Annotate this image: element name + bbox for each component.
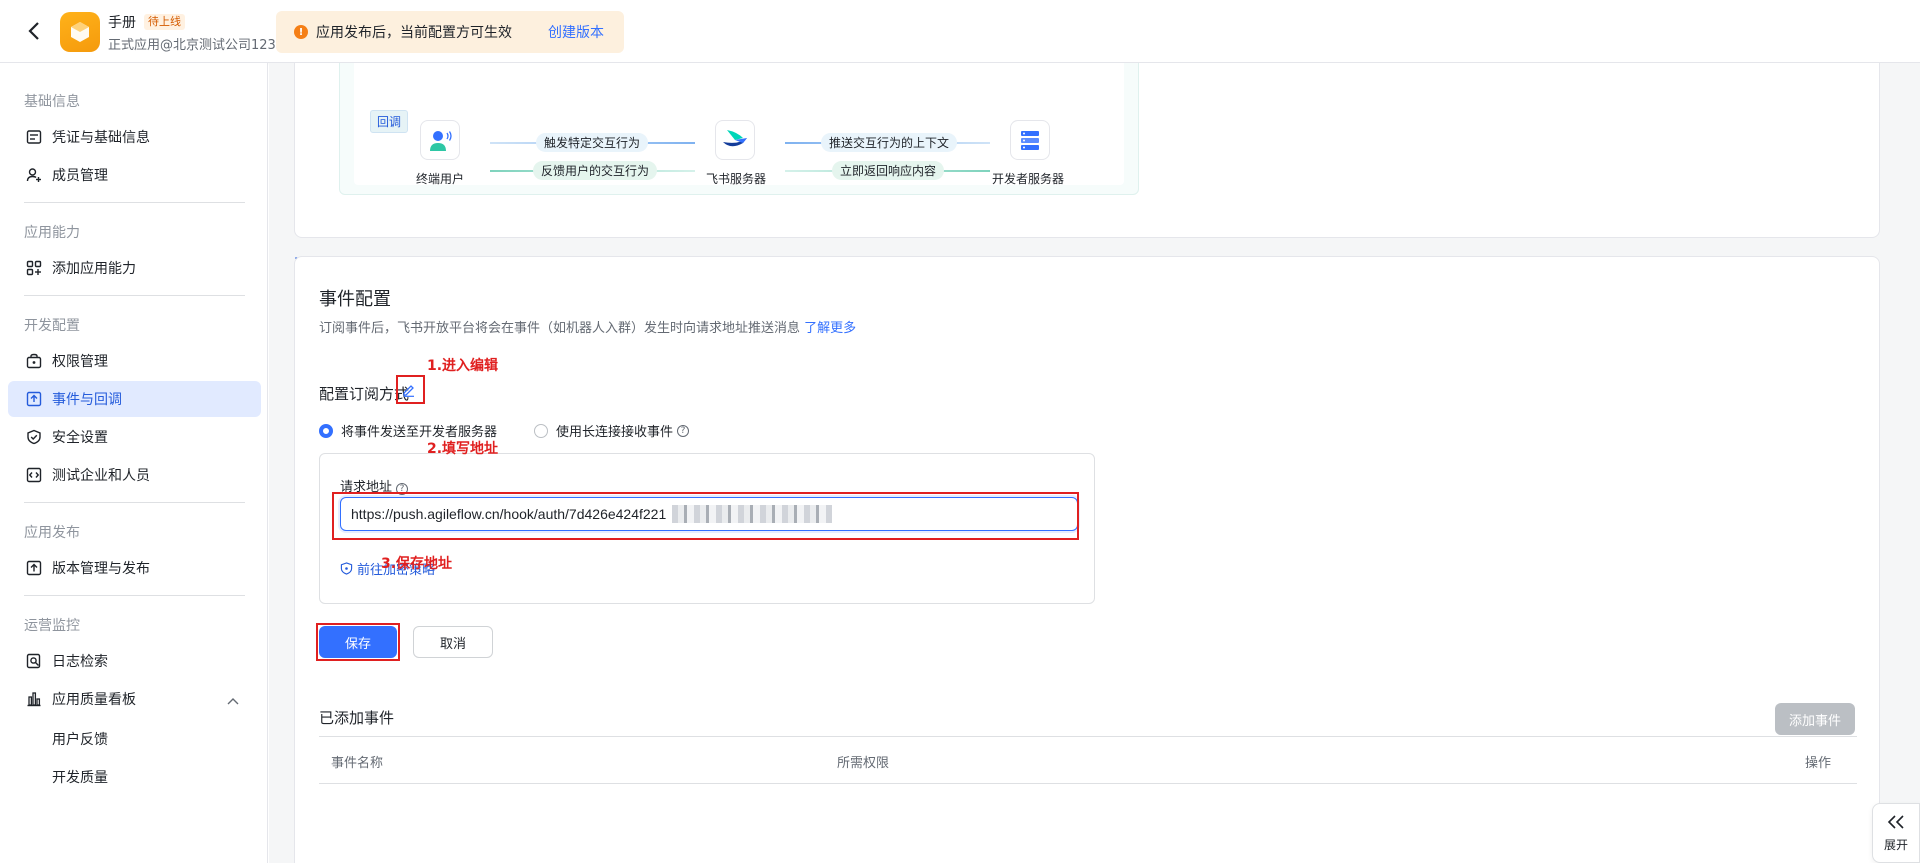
expand-panel-button[interactable]: 展开 <box>1872 803 1920 863</box>
bar-chart-icon <box>25 690 43 708</box>
sidebar-item-quality-board[interactable]: 应用质量看板 <box>8 681 261 717</box>
annotation-box-url <box>332 492 1079 540</box>
sidebar-group-label: 基础信息 <box>24 94 80 110</box>
annotation-step-1: 1.进入编辑 <box>427 358 499 374</box>
main-content: 回调 终端用户 飞书服务器 开发者服务器 触发特定交互行为 反馈用户的交互行为 … <box>269 63 1920 863</box>
learn-more-link[interactable]: 了解更多 <box>804 321 856 336</box>
sidebar-item-label: 应用质量看板 <box>52 692 136 708</box>
help-icon[interactable]: ? <box>677 424 690 437</box>
list-card-icon <box>25 128 43 146</box>
app-subtitle: 正式应用@北京测试公司123 <box>108 38 276 53</box>
sidebar-subitem-dev-quality[interactable]: 开发质量 <box>52 767 108 787</box>
feishu-logo-icon <box>715 120 755 160</box>
divider <box>24 202 245 203</box>
grid-add-icon <box>25 259 43 277</box>
column-header: 操作 <box>1805 756 1832 771</box>
shield-check-icon <box>25 428 43 446</box>
create-version-link[interactable]: 创建版本 <box>548 22 604 42</box>
app-name: 手册 <box>108 15 136 31</box>
publish-notice: ! 应用发布后，当前配置方可生效 创建版本 <box>276 11 624 53</box>
callback-diagram-card: 回调 终端用户 飞书服务器 开发者服务器 触发特定交互行为 反馈用户的交互行为 … <box>294 63 1880 238</box>
sidebar-group-label: 开发配置 <box>24 318 80 334</box>
chevron-up-icon[interactable] <box>227 693 239 709</box>
callback-diagram: 回调 终端用户 飞书服务器 开发者服务器 触发特定交互行为 反馈用户的交互行为 … <box>339 63 1139 195</box>
radio-unselected-icon <box>534 423 548 438</box>
sidebar-item-events-callbacks[interactable]: 事件与回调 <box>8 381 261 417</box>
callback-tag: 回调 <box>370 110 409 133</box>
divider <box>24 595 245 596</box>
sidebar-item-label: 安全设置 <box>52 430 108 446</box>
sidebar: 基础信息 凭证与基础信息 成员管理 应用能力 添加应用能力 开发配置 权限管理 … <box>0 63 268 863</box>
radio-selected-icon <box>319 423 333 438</box>
sidebar-item-label: 测试企业和人员 <box>52 468 150 484</box>
divider <box>24 502 245 503</box>
arrow-label: 触发特定交互行为 <box>536 133 649 152</box>
upload-box-icon <box>25 390 43 408</box>
back-arrow-icon[interactable] <box>22 18 46 44</box>
annotation-step-2: 2.填写地址 <box>427 441 499 457</box>
sidebar-group-label: 应用能力 <box>24 225 80 241</box>
sidebar-item-label: 版本管理与发布 <box>52 561 150 577</box>
sidebar-item-permissions[interactable]: 权限管理 <box>8 343 261 379</box>
sidebar-item-add-capability[interactable]: 添加应用能力 <box>8 250 261 286</box>
event-config-card: 事件配置 订阅事件后，飞书开放平台将会在事件（如机器人入群）发生时向请求地址推送… <box>294 256 1880 863</box>
events-table-header: 事件名称 所需权限 操作 <box>319 736 1857 784</box>
section-description: 订阅事件后，飞书开放平台将会在事件（如机器人入群）发生时向请求地址推送消息 了解… <box>319 317 856 336</box>
sidebar-item-version-release[interactable]: 版本管理与发布 <box>8 550 261 586</box>
sidebar-item-credentials[interactable]: 凭证与基础信息 <box>8 119 261 155</box>
app-icon <box>60 12 100 52</box>
radio-long-connection[interactable]: 使用长连接接收事件 ? <box>534 421 690 440</box>
warning-icon: ! <box>294 25 308 39</box>
radio-label: 使用长连接接收事件 <box>556 425 674 440</box>
sidebar-item-label: 添加应用能力 <box>52 261 136 277</box>
sidebar-item-security[interactable]: 安全设置 <box>8 419 261 455</box>
top-bar: 手册 待上线 正式应用@北京测试公司123 ! 应用发布后，当前配置方可生效 创… <box>0 0 1920 63</box>
upload-box-icon <box>25 559 43 577</box>
sidebar-subitem-feedback[interactable]: 用户反馈 <box>52 729 108 749</box>
annotation-box-edit <box>396 375 425 404</box>
cancel-button[interactable]: 取消 <box>413 626 493 658</box>
column-header: 所需权限 <box>837 756 890 771</box>
arrow-label: 立即返回响应内容 <box>832 161 945 180</box>
sidebar-item-label: 凭证与基础信息 <box>52 130 150 146</box>
annotation-step-3: 3.保存地址 <box>381 556 453 572</box>
add-event-button[interactable]: 添加事件 <box>1775 703 1855 735</box>
sidebar-item-members[interactable]: 成员管理 <box>8 157 261 193</box>
sidebar-item-test-enterprise[interactable]: 测试企业和人员 <box>8 457 261 493</box>
added-events-title: 已添加事件 <box>319 709 395 727</box>
lock-box-icon <box>25 352 43 370</box>
node-label: 终端用户 <box>416 172 465 186</box>
notice-text: 应用发布后，当前配置方可生效 <box>316 25 512 41</box>
arrow-label: 反馈用户的交互行为 <box>533 161 658 180</box>
description-text: 订阅事件后，飞书开放平台将会在事件（如机器人入群）发生时向请求地址推送消息 <box>319 321 801 336</box>
sidebar-group-label: 应用发布 <box>24 525 80 541</box>
expand-label: 展开 <box>1883 837 1908 852</box>
sidebar-item-label: 权限管理 <box>52 354 108 370</box>
double-chevron-left-icon <box>1886 814 1906 834</box>
sidebar-item-log-search[interactable]: 日志检索 <box>8 643 261 679</box>
server-icon <box>1010 120 1050 160</box>
sidebar-group-label: 运营监控 <box>24 618 80 634</box>
section-title: 事件配置 <box>319 289 391 310</box>
search-doc-icon <box>25 652 43 670</box>
sidebar-item-label: 日志检索 <box>52 654 108 670</box>
shield-icon <box>340 562 353 575</box>
code-box-icon <box>25 466 43 484</box>
column-header: 事件名称 <box>331 756 384 771</box>
annotation-box-save <box>316 623 400 661</box>
status-badge: 待上线 <box>144 14 185 30</box>
node-label: 飞书服务器 <box>706 172 767 186</box>
user-icon <box>420 120 460 160</box>
node-label: 开发者服务器 <box>992 172 1065 186</box>
arrow-label: 推送交互行为的上下文 <box>821 133 958 152</box>
divider <box>24 295 245 296</box>
sidebar-item-label: 成员管理 <box>52 168 108 184</box>
sidebar-item-label: 事件与回调 <box>52 392 122 408</box>
user-add-icon <box>25 166 43 184</box>
